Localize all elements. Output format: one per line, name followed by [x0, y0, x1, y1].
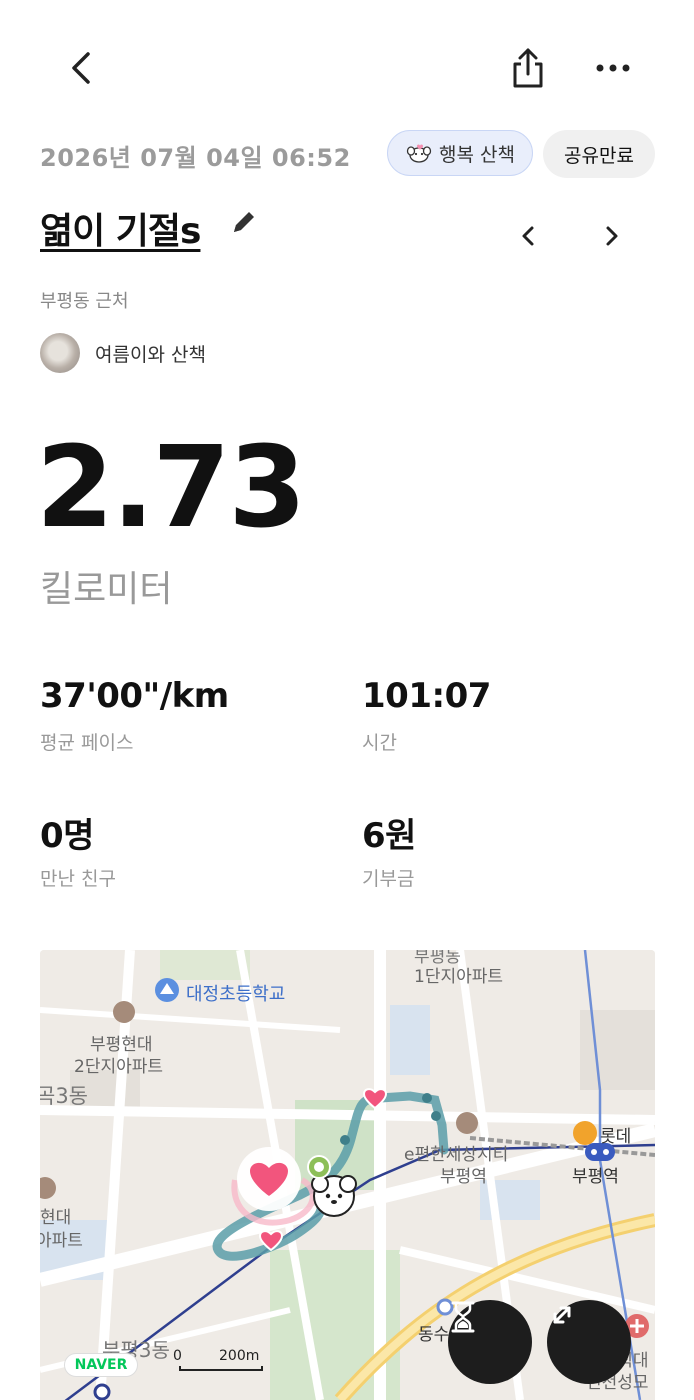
- pace-label: 평균 페이스: [40, 732, 134, 754]
- walk-type-label: 행복 산책: [439, 143, 515, 166]
- map-label: 롯데: [600, 1127, 632, 1147]
- expand-icon: [553, 1306, 571, 1324]
- friends-met-value: 0명: [40, 816, 94, 856]
- distance-unit: 킬로미터: [40, 569, 173, 610]
- previous-walk-button[interactable]: [510, 218, 546, 254]
- map-label-school: 대정초등학교: [186, 984, 286, 1005]
- donation-label: 기부금: [362, 868, 415, 890]
- walk-title: 엶이 기절s: [40, 211, 201, 252]
- map-label: 아파트: [40, 1231, 83, 1251]
- pin-marker-icon: [307, 1155, 331, 1179]
- distance-value: 2.73: [36, 423, 306, 553]
- pet-avatar[interactable]: [40, 333, 80, 373]
- map-label: 곡3동: [40, 1084, 89, 1108]
- pencil-icon: [234, 212, 254, 232]
- scale-bar: [179, 1366, 263, 1371]
- scale-zero-label: 0: [173, 1348, 182, 1364]
- walk-route-map[interactable]: 부평동 1단지아파트 대정초등학교 부평현대 2단지아파트 곡3동 현대 아파트…: [40, 950, 655, 1400]
- map-label: 부평역: [440, 1167, 487, 1187]
- map-label-station: 부평역: [572, 1167, 619, 1187]
- scale-label: 200m: [219, 1348, 260, 1364]
- map-scale: 0 200m: [173, 1348, 265, 1372]
- puppy-icon: [406, 144, 432, 163]
- share-button[interactable]: [506, 46, 550, 92]
- walk-companion: 여름이와 산책: [95, 344, 206, 366]
- expand-map-button[interactable]: [547, 1300, 631, 1384]
- route-start-heart-icon: [362, 1088, 388, 1110]
- heart-marker-icon[interactable]: [236, 1146, 302, 1212]
- map-label: 1단지아파트: [414, 967, 504, 987]
- chevron-left-icon: [522, 226, 534, 246]
- top-bar: [0, 0, 694, 130]
- duration-value: 101:07: [362, 676, 491, 716]
- share-status-button[interactable]: 공유만료: [543, 130, 655, 178]
- more-dots-icon: [596, 64, 630, 72]
- friends-met-label: 만난 친구: [40, 868, 116, 890]
- map-label: 2단지아파트: [74, 1057, 164, 1077]
- next-walk-button[interactable]: [594, 218, 630, 254]
- share-icon: [513, 48, 543, 88]
- pace-value: 37'00"/km: [40, 676, 229, 716]
- chevron-right-icon: [606, 226, 618, 246]
- donation-value: 6원: [362, 816, 416, 856]
- route-end-heart-icon: [258, 1230, 284, 1252]
- hourglass-icon: [451, 1301, 475, 1333]
- edit-title-button[interactable]: [228, 206, 260, 238]
- map-label: 현대: [40, 1208, 72, 1228]
- walk-location: 부평동 근처: [40, 291, 129, 312]
- walk-type-badge[interactable]: 행복 산책: [387, 130, 533, 176]
- duration-label: 시간: [362, 732, 397, 754]
- back-button[interactable]: [62, 48, 102, 88]
- timer-button[interactable]: [448, 1300, 532, 1384]
- more-button[interactable]: [592, 50, 634, 86]
- chevron-left-icon: [72, 52, 90, 84]
- walk-datetime: 2026년 07월 04일 06:52: [40, 144, 351, 172]
- naver-logo: NAVER: [64, 1353, 138, 1377]
